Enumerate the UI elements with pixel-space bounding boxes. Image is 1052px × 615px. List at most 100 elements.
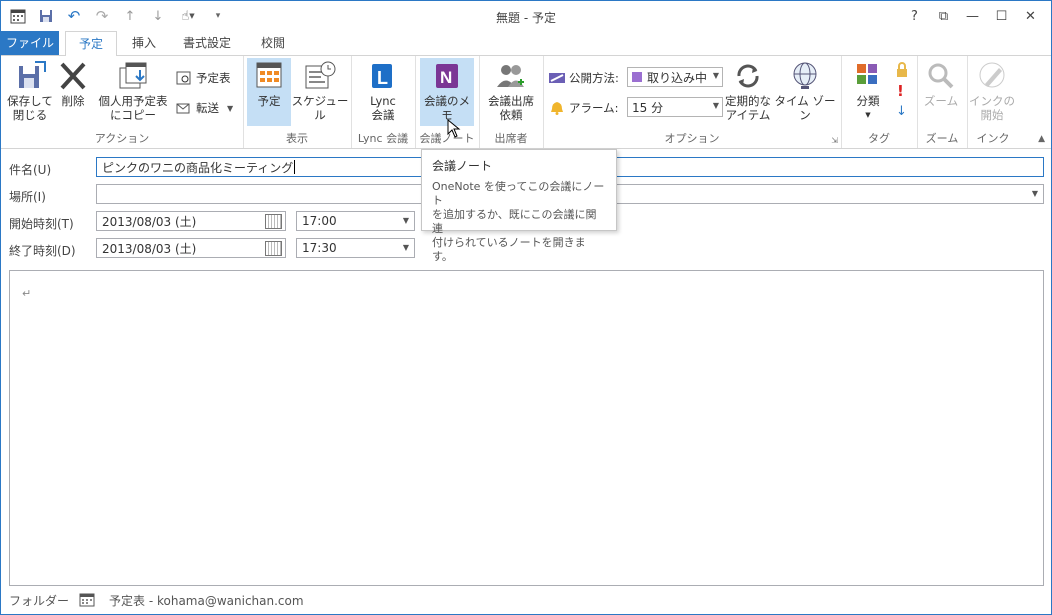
group-label-ink: インク	[976, 132, 1010, 145]
bell-icon	[551, 102, 563, 115]
copy-to-personal-calendar-button[interactable]: 個人用予定表 にコピー	[95, 58, 171, 126]
group-label-options: オプション	[664, 132, 720, 145]
tab-insert[interactable]: 挿入	[121, 31, 167, 55]
recurrence-icon	[731, 60, 765, 92]
calendar-icon[interactable]	[265, 241, 282, 256]
collapse-ribbon-icon[interactable]: ▲	[1038, 134, 1045, 144]
group-label-attendees: 出席者	[494, 132, 528, 145]
tab-file[interactable]: ファイル	[1, 31, 59, 55]
copy-calendar-icon	[116, 60, 150, 92]
attendees-icon	[494, 60, 528, 92]
location-label: 場所(I)	[9, 190, 46, 204]
group-attendees: 会議出席 依頼 出席者	[479, 56, 544, 148]
low-importance-icon[interactable]: ↓	[896, 104, 907, 119]
minimize-button[interactable]: —	[958, 5, 987, 27]
end-date-picker[interactable]: 2013/08/03 (土)	[96, 238, 286, 258]
calendar-icon[interactable]	[265, 214, 282, 229]
folder-path: 予定表 - kohama@wanichan.com	[109, 593, 304, 608]
group-zoom: ズーム ズーム	[917, 56, 968, 148]
high-importance-icon[interactable]: !	[897, 82, 904, 100]
save-close-icon	[13, 60, 47, 92]
chevron-down-icon: ▼	[227, 103, 234, 113]
time-zones-button[interactable]: タイム ゾーン	[773, 58, 837, 126]
group-label-lync: Lync 会議	[357, 132, 409, 145]
group-show: 予定 スケジュール 表示	[243, 56, 352, 148]
calendar-search-icon	[176, 71, 191, 85]
meeting-notes-button[interactable]: N 会議のメモ	[420, 58, 474, 126]
show-as-dropdown[interactable]: 取り込み中 ▼	[627, 67, 723, 87]
tab-appointment[interactable]: 予定	[65, 31, 117, 57]
message-body[interactable]: ↵	[9, 270, 1044, 586]
window-controls: ? ⧉ — ☐ ✕	[900, 5, 1045, 27]
categorize-icon	[851, 60, 885, 92]
ribbon: 保存して 閉じる 削除 個人用予定表 にコピー 予定表 転送 ▼ アクション 予…	[1, 56, 1051, 149]
globe-icon	[788, 60, 822, 92]
subject-label: 件名(U)	[9, 163, 52, 177]
close-button[interactable]: ✕	[1016, 5, 1045, 27]
invite-attendees-button[interactable]: 会議出席 依頼	[484, 58, 538, 126]
private-lock-icon[interactable]	[895, 62, 911, 78]
tab-format[interactable]: 書式設定	[173, 31, 241, 55]
group-label-tags: タグ	[868, 132, 890, 145]
group-label-show: 表示	[286, 132, 308, 145]
mouse-pointer-icon	[447, 118, 461, 142]
help-button[interactable]: ?	[900, 5, 929, 27]
lync-meeting-button[interactable]: L Lync 会議	[356, 58, 410, 126]
folder-label: フォルダー	[9, 593, 70, 608]
tab-review[interactable]: 校閲	[251, 31, 295, 55]
title-bar: ↶ ↷ ↑ ↓ ☝ ▼ ▾ 無題 - 予定 ? ⧉ — ☐ ✕	[1, 1, 1051, 31]
window-title: 無題 - 予定	[496, 11, 556, 25]
delete-button[interactable]: 削除	[49, 58, 97, 126]
end-time-label: 終了時刻(D)	[9, 244, 76, 258]
group-label-actions: アクション	[94, 132, 150, 145]
scheduling-view-button[interactable]: スケジュール	[291, 58, 349, 126]
status-bar: フォルダー 予定表 - kohama@wanichan.com	[1, 586, 1051, 614]
chevron-down-icon: ▼	[712, 101, 719, 110]
group-label-zoom: ズーム	[925, 132, 959, 145]
onenote-icon: N	[430, 60, 464, 92]
meeting-notes-tooltip: 会議ノート OneNote を使ってこの会議にノート を追加するか、既にこの会議…	[421, 149, 617, 263]
end-time-dropdown[interactable]: 17:30 ▼	[296, 238, 415, 258]
magnifier-icon	[924, 60, 958, 92]
forward-envelope-icon	[176, 103, 190, 114]
categorize-button[interactable]: 分類 ▼	[843, 58, 893, 126]
maximize-button[interactable]: ☐	[987, 5, 1016, 27]
text-cursor	[294, 160, 296, 174]
busy-swatch	[632, 72, 642, 82]
group-tags: 分類 ▼ ! ↓ タグ	[841, 56, 918, 148]
chevron-down-icon: ▼	[402, 216, 409, 225]
tooltip-title: 会議ノート	[432, 159, 493, 173]
lync-icon: L	[366, 60, 400, 92]
calendar-folder-icon	[79, 593, 95, 607]
start-time-label: 開始時刻(T)	[9, 217, 74, 231]
chevron-down-icon: ▼	[402, 243, 409, 252]
group-lync: L Lync 会議 Lync 会議	[351, 56, 416, 148]
group-actions: 保存して 閉じる 削除 個人用予定表 にコピー 予定表 転送 ▼ アクション	[1, 56, 244, 148]
reminder-label: アラーム:	[549, 98, 619, 118]
chevron-down-icon[interactable]: ▼	[1032, 189, 1038, 198]
show-as-label: 公開方法:	[549, 68, 619, 88]
zoom-button[interactable]: ズーム	[917, 58, 965, 126]
forward-button[interactable]: 転送 ▼	[176, 98, 233, 118]
ribbon-display-options-button[interactable]: ⧉	[929, 5, 958, 27]
tooltip-description: OneNote を使ってこの会議にノート を追加するか、既にこの会議に関連 付け…	[432, 180, 605, 263]
paragraph-mark: ↵	[22, 287, 32, 300]
reminder-dropdown[interactable]: 15 分 ▼	[627, 97, 723, 117]
start-date-picker[interactable]: 2013/08/03 (土)	[96, 211, 286, 231]
show-as-icon	[549, 73, 565, 83]
recurrence-button[interactable]: 定期的な アイテム	[723, 58, 773, 126]
svg-text:N: N	[440, 68, 452, 87]
group-options: 公開方法: 取り込み中 ▼ アラーム: 15 分 ▼ 定期的な アイテム タイム…	[543, 56, 842, 148]
start-inking-button[interactable]: インクの 開始	[967, 58, 1017, 126]
calendar-button[interactable]: 予定表	[176, 68, 231, 88]
group-ink: インクの 開始 インク	[967, 56, 1019, 148]
appointment-grid-icon	[252, 60, 286, 92]
appointment-view-button[interactable]: 予定	[247, 58, 291, 126]
delete-x-icon	[56, 60, 90, 92]
ribbon-tabs: ファイル 予定 挿入 書式設定 校閲	[1, 31, 1051, 57]
svg-text:L: L	[377, 68, 388, 88]
outlook-appointment-window: ↶ ↷ ↑ ↓ ☝ ▼ ▾ 無題 - 予定 ? ⧉ — ☐ ✕ ファイル 予定 挿…	[0, 0, 1052, 615]
start-time-dropdown[interactable]: 17:00 ▼	[296, 211, 415, 231]
pen-icon	[975, 60, 1009, 92]
chevron-down-icon: ▼	[865, 111, 871, 119]
